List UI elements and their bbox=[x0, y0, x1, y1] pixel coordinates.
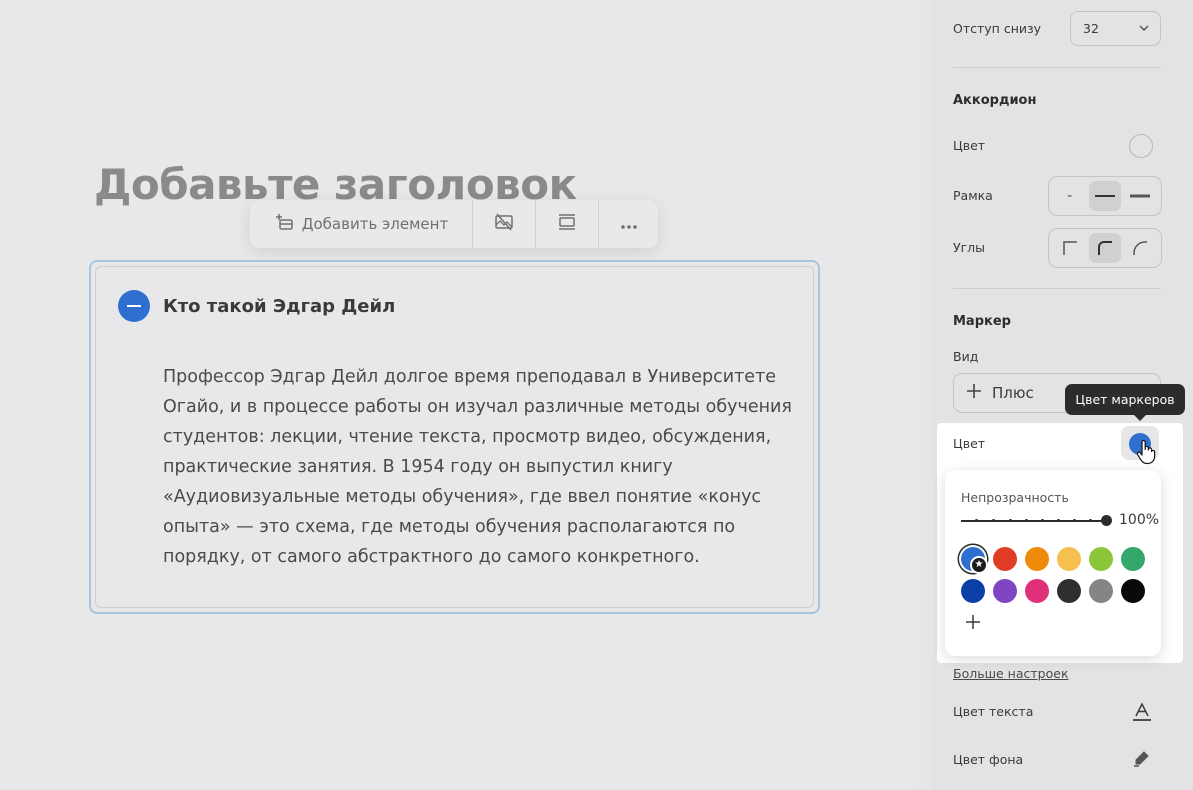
add-element-label: Добавить элемент bbox=[301, 215, 449, 233]
border-thin-option[interactable] bbox=[1088, 181, 1121, 211]
slider-tick bbox=[1025, 519, 1028, 522]
border-none-option[interactable]: - bbox=[1054, 181, 1086, 211]
layout-button[interactable] bbox=[536, 200, 599, 248]
plus-icon bbox=[966, 383, 982, 403]
text-color-label: Цвет текста bbox=[953, 704, 1034, 719]
hide-image-icon bbox=[494, 213, 514, 235]
color-swatch[interactable] bbox=[961, 579, 985, 603]
body-line: Огайо, и в процессе работы он изучал раз… bbox=[163, 397, 792, 417]
color-swatch[interactable] bbox=[1025, 547, 1049, 571]
fill-brush-icon[interactable] bbox=[1131, 750, 1151, 772]
slider-tick bbox=[1009, 519, 1012, 522]
bottom-padding-label: Отступ снизу bbox=[953, 21, 1042, 36]
accordion-color-label: Цвет bbox=[953, 138, 986, 153]
color-swatch[interactable] bbox=[993, 547, 1017, 571]
color-swatch[interactable] bbox=[1089, 579, 1113, 603]
opacity-value: 100% bbox=[1119, 512, 1160, 528]
corners-label: Углы bbox=[953, 240, 986, 255]
corners-round-option[interactable] bbox=[1124, 233, 1156, 263]
plus-icon bbox=[966, 615, 980, 629]
slider-tick bbox=[1073, 519, 1076, 522]
accordion-item-title[interactable]: Кто такой Эдгар Дейл bbox=[163, 296, 395, 317]
body-line: практические занятия. В 1954 году он вып… bbox=[163, 457, 673, 477]
hide-image-button[interactable] bbox=[473, 200, 536, 248]
body-line: студентов: лекции, чтение текста, просмо… bbox=[163, 427, 772, 447]
more-icon bbox=[620, 215, 638, 234]
thin-line-icon bbox=[1094, 195, 1115, 197]
collapse-marker-icon[interactable] bbox=[118, 290, 150, 322]
more-button[interactable] bbox=[599, 200, 658, 248]
marker-type-value: Плюс bbox=[992, 384, 1034, 402]
color-swatch[interactable] bbox=[1121, 547, 1145, 571]
border-none-label: - bbox=[1067, 188, 1073, 204]
add-color-button[interactable] bbox=[963, 612, 983, 632]
bottom-padding-value: 32 bbox=[1083, 21, 1099, 36]
corners-rounded-option[interactable] bbox=[1088, 233, 1121, 263]
star-icon: ★ bbox=[970, 556, 988, 574]
corners-square-option[interactable] bbox=[1054, 233, 1086, 263]
accordion-item-body[interactable]: Профессор Эдгар Дейл долгое время препод… bbox=[163, 362, 792, 572]
rounded-corner-icon bbox=[1097, 241, 1112, 255]
color-swatch[interactable] bbox=[1089, 547, 1113, 571]
body-line: порядку, от самого абстрактного до самог… bbox=[163, 547, 700, 567]
marker-color-tooltip: Цвет маркеров bbox=[1065, 384, 1185, 421]
corners-segmented-control bbox=[1048, 228, 1162, 268]
more-settings-link[interactable]: Больше настроек bbox=[953, 666, 1069, 681]
marker-type-label: Вид bbox=[953, 349, 979, 364]
bottom-padding-select[interactable]: 32 bbox=[1070, 11, 1161, 46]
text-color-icon[interactable] bbox=[1131, 702, 1153, 726]
slider-tick bbox=[1057, 519, 1060, 522]
slider-tick bbox=[975, 519, 978, 522]
opacity-label: Непрозрачность bbox=[961, 490, 1069, 505]
border-thick-option[interactable] bbox=[1124, 181, 1156, 211]
opacity-slider[interactable] bbox=[961, 520, 1106, 522]
color-swatch[interactable] bbox=[1025, 579, 1049, 603]
slider-tick bbox=[1041, 519, 1044, 522]
border-label: Рамка bbox=[953, 188, 993, 203]
square-corner-icon bbox=[1062, 241, 1077, 255]
body-line: Профессор Эдгар Дейл долгое время препод… bbox=[163, 367, 777, 387]
color-swatch[interactable] bbox=[1057, 579, 1081, 603]
add-block-icon bbox=[274, 213, 294, 235]
layout-icon bbox=[557, 213, 577, 235]
slider-tick bbox=[1089, 519, 1092, 522]
opacity-slider-thumb[interactable] bbox=[1101, 515, 1112, 526]
block-toolbar: Добавить элемент bbox=[250, 200, 658, 248]
round-corner-icon bbox=[1133, 241, 1148, 255]
slider-tick bbox=[992, 519, 995, 522]
accordion-section-title: Аккордион bbox=[953, 93, 1037, 108]
divider bbox=[953, 288, 1161, 289]
add-element-button[interactable]: Добавить элемент bbox=[250, 200, 473, 248]
color-swatch[interactable] bbox=[993, 579, 1017, 603]
border-segmented-control: - bbox=[1048, 176, 1162, 216]
body-line: опыта» — это схема, где методы обучения … bbox=[163, 517, 736, 537]
divider bbox=[953, 67, 1161, 68]
accordion-color-picker[interactable] bbox=[1129, 134, 1153, 158]
marker-color-label: Цвет bbox=[953, 436, 986, 451]
bg-color-label: Цвет фона bbox=[953, 752, 1024, 767]
thick-line-icon bbox=[1130, 194, 1151, 198]
color-swatch[interactable] bbox=[1057, 547, 1081, 571]
marker-section-title: Маркер bbox=[953, 314, 1011, 329]
chevron-down-icon bbox=[1138, 22, 1150, 37]
hand-cursor-icon bbox=[1136, 439, 1156, 469]
body-line: «Аудиовизуальные методы обучения», где в… bbox=[163, 487, 762, 507]
color-swatch[interactable] bbox=[1121, 579, 1145, 603]
